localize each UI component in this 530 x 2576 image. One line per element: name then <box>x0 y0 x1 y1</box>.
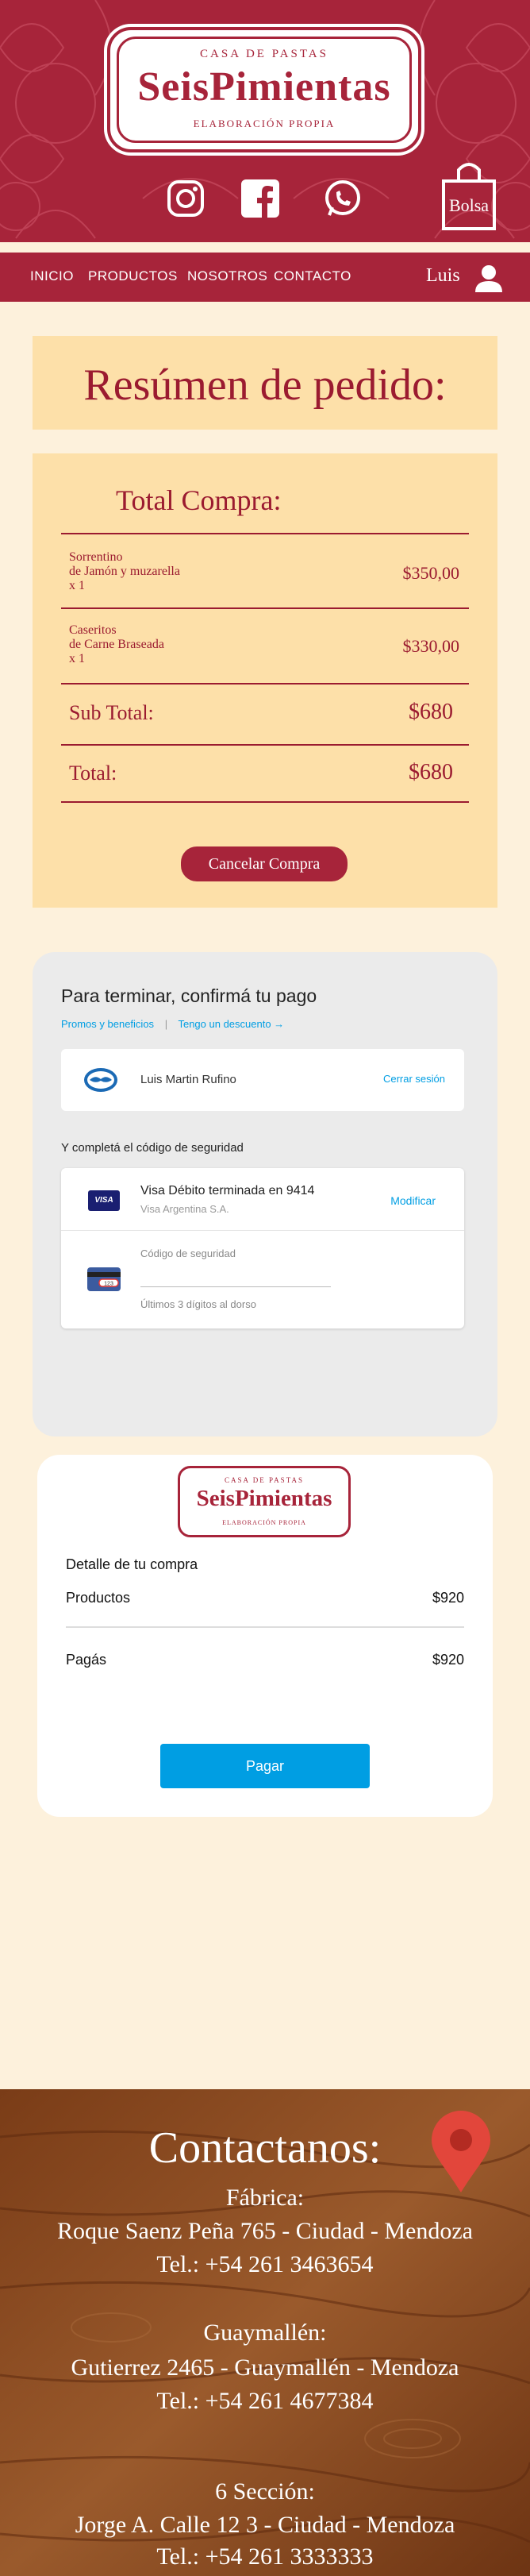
card-selection: VISA Visa Débito terminada en 9414 Visa … <box>61 1168 464 1328</box>
nav-contacto[interactable]: CONTACTO <box>274 268 351 284</box>
logo-tagline-bottom: ELABORACIÓN PROPIA <box>222 1519 306 1526</box>
logo-tagline-top: CASA DE PASTAS <box>225 1476 304 1484</box>
nav-productos[interactable]: PRODUCTOS <box>88 268 178 284</box>
cvv-input[interactable] <box>140 1265 331 1287</box>
brand-logo[interactable]: CASA DE PASTAS SeisPimientas ELABORACIÓN… <box>107 27 421 152</box>
site-header: CASA DE PASTAS SeisPimientas ELABORACIÓN… <box>0 0 530 242</box>
receipt-logo: CASA DE PASTAS SeisPimientas ELABORACIÓN… <box>178 1466 351 1537</box>
branch-name: Guaymallén: <box>203 2320 327 2346</box>
total-value: $680 <box>409 760 453 785</box>
order-title-panel: Resúmen de pedido: <box>33 336 497 430</box>
card-bank: Visa Argentina S.A. <box>140 1203 229 1215</box>
item-title: Sorrentino <box>69 550 123 564</box>
logo-tagline-top: CASA DE PASTAS <box>200 48 328 60</box>
divider <box>61 533 469 534</box>
logout-link[interactable]: Cerrar sesión <box>383 1073 445 1085</box>
contact-title: Contactanos: <box>148 2123 382 2173</box>
branch-phone[interactable]: Tel.: +54 261 3333333 <box>0 2543 530 2570</box>
item-price: $330,00 <box>402 636 460 656</box>
order-item: Sorrentino de Jamón y muzarella x 1 <box>69 550 180 593</box>
shopping-bag-icon[interactable] <box>441 156 497 232</box>
purchase-detail: CASA DE PASTAS SeisPimientas ELABORACIÓN… <box>37 1455 493 1817</box>
detail-title: Detalle de tu compra <box>66 1556 198 1572</box>
facebook-icon[interactable] <box>240 178 281 219</box>
user-avatar-icon[interactable] <box>473 262 505 294</box>
divider <box>61 744 469 746</box>
logo-name: SeisPimientas <box>137 64 391 110</box>
card-name: Visa Débito terminada en 9414 <box>140 1184 315 1197</box>
subtotal-label: Sub Total: <box>69 701 154 724</box>
item-qty: x 1 <box>69 652 85 665</box>
item-title: Caseritos <box>69 623 117 637</box>
divider <box>66 1626 464 1628</box>
item-price: $350,00 <box>402 563 460 583</box>
site-footer: Contactanos: Fábrica: Roque Saenz Peña 7… <box>0 2089 530 2576</box>
branch-address: Gutierrez 2465 - Guaymallén - Mendoza <box>71 2354 459 2381</box>
page-title: Resúmen de pedido: <box>83 361 447 410</box>
user-name[interactable]: Luis <box>426 265 460 287</box>
nav-nosotros[interactable]: NOSOTROS <box>187 268 267 284</box>
cvv-card-icon: 123 <box>87 1267 121 1291</box>
order-summary: Total Compra: Sorrentino de Jamón y muza… <box>33 453 497 908</box>
cvv-icon-text: 123 <box>104 1282 113 1287</box>
nav-inicio[interactable]: INICIO <box>30 268 74 284</box>
products-value: $920 <box>432 1590 464 1606</box>
item-subtitle: de Carne Braseada <box>69 638 164 651</box>
cvv-hint: Últimos 3 dígitos al dorso <box>140 1298 256 1310</box>
whatsapp-icon[interactable] <box>322 178 363 219</box>
main-nav: INICIO PRODUCTOS NOSOTROS CONTACTO Luis <box>0 253 530 302</box>
payment-links: Promos y beneficios | Tengo un descuento… <box>61 1018 284 1030</box>
logo-name: SeisPimientas <box>196 1486 332 1511</box>
divider <box>61 607 469 609</box>
item-qty: x 1 <box>69 579 85 592</box>
divider <box>61 801 469 803</box>
branch-address: Jorge A. Calle 12 3 - Ciudad - Mendoza <box>75 2512 455 2538</box>
branch-address: Roque Saenz Peña 765 - Ciudad - Mendoza <box>56 2218 474 2244</box>
total-heading: Total Compra: <box>116 484 282 516</box>
account-card: Luis Martin Rufino Cerrar sesión <box>61 1049 464 1111</box>
products-label: Productos <box>66 1590 131 1606</box>
instagram-icon[interactable] <box>165 178 206 219</box>
modify-card-link[interactable]: Modificar <box>390 1194 436 1207</box>
branch-phone[interactable]: Tel.: +54 261 3463654 <box>0 2251 530 2278</box>
cvv-label: Código de seguridad <box>140 1248 236 1259</box>
branch-name: 6 Sección: <box>215 2478 315 2505</box>
account-name: Luis Martin Rufino <box>140 1073 236 1086</box>
security-title: Y completá el código de seguridad <box>61 1141 244 1155</box>
divider <box>61 683 469 684</box>
divider <box>61 1230 464 1231</box>
paid-value: $920 <box>432 1652 464 1668</box>
mercadopago-icon <box>84 1068 117 1092</box>
order-item: Caseritos de Carne Braseada x 1 <box>69 623 164 666</box>
payment-confirmation: Para terminar, confirmá tu pago Promos y… <box>33 952 497 1436</box>
promos-link[interactable]: Promos y beneficios <box>61 1018 154 1030</box>
branch-name: Fábrica: <box>225 2185 305 2211</box>
visa-icon: VISA <box>88 1190 120 1211</box>
payment-title: Para terminar, confirmá tu pago <box>61 985 317 1006</box>
item-subtitle: de Jamón y muzarella <box>69 565 180 578</box>
subtotal-value: $680 <box>409 700 453 724</box>
discount-link[interactable]: Tengo un descuento → <box>178 1018 284 1030</box>
bag-label[interactable]: Bolsa <box>441 195 497 216</box>
logo-tagline-bottom: ELABORACIÓN PROPIA <box>193 118 336 129</box>
paid-label: Pagás <box>66 1652 107 1668</box>
cancel-order-button[interactable]: Cancelar Compra <box>181 846 348 881</box>
total-label: Total: <box>69 762 117 785</box>
branch-phone[interactable]: Tel.: +54 261 4677384 <box>0 2388 530 2415</box>
pay-button[interactable]: Pagar <box>160 1744 370 1788</box>
link-separator: | <box>164 1018 168 1030</box>
